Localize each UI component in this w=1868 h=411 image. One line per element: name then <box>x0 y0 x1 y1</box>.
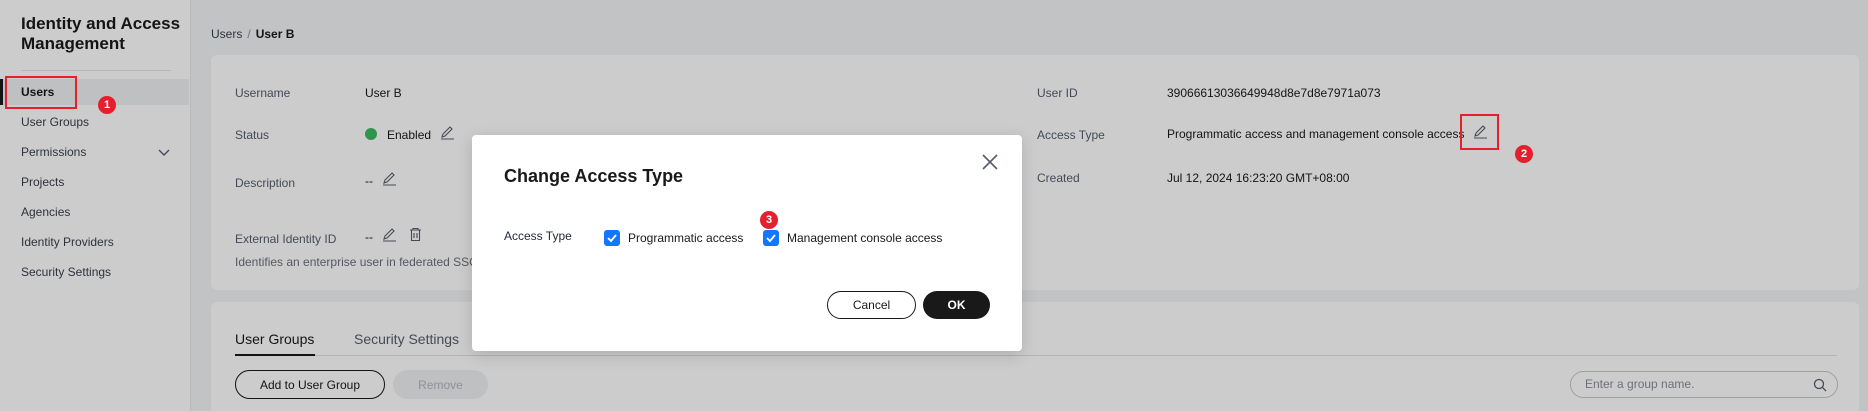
programmatic-access-checkbox[interactable] <box>604 230 620 246</box>
dialog-title: Change Access Type <box>504 166 684 186</box>
access-type-field-label: Access Type <box>504 229 572 243</box>
management-console-access-label[interactable]: Management console access <box>787 231 942 245</box>
programmatic-access-label[interactable]: Programmatic access <box>628 231 743 245</box>
annotation-badge-3: 3 <box>760 211 778 229</box>
cancel-button[interactable]: Cancel <box>827 291 916 319</box>
change-access-type-dialog: Change Access Type Access Type Programma… <box>472 135 1022 351</box>
annotation-badge-2: 2 <box>1515 145 1533 163</box>
annotation-badge-1: 1 <box>98 96 116 114</box>
ok-button[interactable]: OK <box>923 291 990 319</box>
checkmark-icon <box>766 234 776 243</box>
annotation-highlight-edit-access-type <box>1460 114 1499 150</box>
close-icon[interactable] <box>980 152 1000 172</box>
management-console-access-checkbox[interactable] <box>763 230 779 246</box>
annotation-highlight-users <box>5 76 77 109</box>
checkmark-icon <box>607 234 617 243</box>
